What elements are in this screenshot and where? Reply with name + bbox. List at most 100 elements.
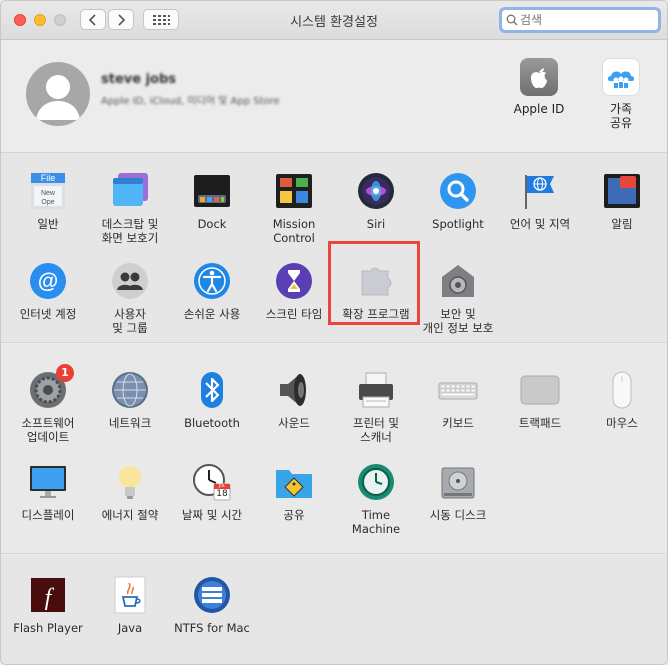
search-input[interactable] <box>518 12 652 28</box>
pane-time-machine[interactable]: Time Machine <box>335 462 417 536</box>
apple-id-pane[interactable]: Apple ID <box>504 58 574 116</box>
pane-label: 트랙패드 <box>518 416 562 430</box>
title-bar: 시스템 환경설정 <box>1 1 667 40</box>
pane-label: 알림 <box>611 217 633 231</box>
time-machine-icon <box>356 462 396 502</box>
pane-label: 소프트웨어 업데이트 <box>21 416 75 444</box>
pane-software-update[interactable]: 1 소프트웨어 업데이트 <box>7 364 89 444</box>
zoom-button[interactable] <box>54 14 66 26</box>
pane-label: 사용자 및 그룹 <box>112 307 148 335</box>
family-sharing-icon <box>602 58 640 96</box>
pane-flash-player[interactable]: f Flash Player <box>7 575 89 635</box>
pane-label: 프린터 및 스캐너 <box>353 416 399 444</box>
pane-desktop-screensaver[interactable]: 데스크탑 및 화면 보호기 <box>89 171 171 245</box>
pane-label: 데스크탑 및 화면 보호기 <box>101 217 159 245</box>
pane-java[interactable]: Java <box>89 575 171 635</box>
internet-accounts-icon: @ <box>28 261 68 301</box>
pane-label: 확장 프로그램 <box>342 307 410 321</box>
pane-trackpad[interactable]: 트랙패드 <box>499 370 581 430</box>
search-icon <box>506 14 518 26</box>
pane-label: Mission Control <box>272 217 316 245</box>
update-count-badge: 1 <box>56 364 74 382</box>
desktop-screensaver-icon <box>110 171 150 211</box>
spotlight-icon <box>438 171 478 211</box>
svg-text:Ope: Ope <box>41 199 54 206</box>
pane-users-groups[interactable]: 사용자 및 그룹 <box>89 261 171 335</box>
pane-notifications[interactable]: 알림 <box>581 171 663 231</box>
startup-disk-icon <box>438 462 478 502</box>
system-preferences-window: 시스템 환경설정 steve jobs Apple ID, iCloud, 미디… <box>0 0 668 665</box>
pane-energy-saver[interactable]: 에너지 절약 <box>89 462 171 522</box>
display-icon <box>28 462 68 502</box>
pane-siri[interactable]: Siri <box>335 171 417 231</box>
svg-text:File: File <box>41 173 56 183</box>
pane-security-privacy[interactable]: 보안 및 개인 정보 보호 <box>417 261 499 335</box>
pane-ntfs-for-mac[interactable]: NTFS for Mac <box>171 575 253 635</box>
pane-label: 시동 디스크 <box>429 508 487 522</box>
software-update-icon: 1 <box>28 364 74 410</box>
pane-displays[interactable]: 디스플레이 <box>7 462 89 522</box>
search-field[interactable] <box>499 7 661 33</box>
pane-extensions[interactable]: 확장 프로그램 <box>335 261 417 321</box>
chevron-left-icon <box>88 13 96 26</box>
pane-printers-scanners[interactable]: 프린터 및 스캐너 <box>335 370 417 444</box>
user-avatar[interactable] <box>26 62 90 126</box>
pane-label: 일반 <box>37 217 59 231</box>
pane-mouse[interactable]: 마우스 <box>581 370 663 430</box>
security-privacy-icon <box>438 261 478 301</box>
pane-label: 언어 및 지역 <box>509 217 571 231</box>
ntfs-for-mac-icon <box>192 575 232 615</box>
bluetooth-icon <box>192 370 232 410</box>
personal-preferences-section: File New Ope 일반 데스크탑 및 화면 보호기 Dock Mission… <box>1 153 667 343</box>
pane-internet-accounts[interactable]: @ 인터넷 계정 <box>7 261 89 321</box>
forward-button[interactable] <box>108 9 134 30</box>
pane-screen-time[interactable]: 스크린 타임 <box>253 261 335 321</box>
grid-icon <box>153 14 170 25</box>
general-icon: File New Ope <box>28 171 68 211</box>
pane-bluetooth[interactable]: Bluetooth <box>171 370 253 430</box>
user-silhouette-icon <box>36 75 80 120</box>
java-icon <box>110 575 150 615</box>
trackpad-icon <box>520 370 560 410</box>
pane-dock[interactable]: Dock <box>171 171 253 231</box>
close-button[interactable] <box>14 14 26 26</box>
pane-startup-disk[interactable]: 시동 디스크 <box>417 462 499 522</box>
show-all-button[interactable] <box>143 9 179 30</box>
pane-mission-control[interactable]: Mission Control <box>253 171 335 245</box>
pane-label: 손쉬운 사용 <box>183 307 241 321</box>
other-preferences-section: f Flash Player Java NTFS for Mac <box>1 555 667 664</box>
family-sharing-label: 가족 공유 <box>609 102 633 130</box>
pane-spotlight[interactable]: Spotlight <box>417 171 499 231</box>
dock-icon <box>192 171 232 211</box>
screen-time-icon <box>274 261 314 301</box>
flash-player-icon: f <box>28 575 68 615</box>
pane-keyboard[interactable]: 키보드 <box>417 370 499 430</box>
pane-network[interactable]: 네트워크 <box>89 370 171 430</box>
pane-sharing[interactable]: 공유 <box>253 462 335 522</box>
pane-label: Spotlight <box>432 217 484 231</box>
notifications-icon <box>602 171 642 211</box>
network-icon <box>110 370 150 410</box>
pane-general[interactable]: File New Ope 일반 <box>7 171 89 231</box>
pane-label: 공유 <box>283 508 305 522</box>
pane-sound[interactable]: 사운드 <box>253 370 335 430</box>
pane-label: 스크린 타임 <box>265 307 323 321</box>
pane-label: Flash Player <box>13 621 83 635</box>
pane-label: 사운드 <box>278 416 310 430</box>
svg-text:New: New <box>41 190 56 197</box>
pane-date-time[interactable]: JUL 18 날짜 및 시간 <box>171 462 253 522</box>
pane-label: Bluetooth <box>184 416 240 430</box>
date-time-icon: JUL 18 <box>192 462 232 502</box>
pane-label: 보안 및 개인 정보 보호 <box>422 307 494 335</box>
minimize-button[interactable] <box>34 14 46 26</box>
pane-language-region[interactable]: 언어 및 지역 <box>499 171 581 231</box>
pane-accessibility[interactable]: 손쉬운 사용 <box>171 261 253 321</box>
keyboard-icon <box>438 370 478 410</box>
back-button[interactable] <box>80 9 106 30</box>
mission-control-icon <box>274 171 314 211</box>
extensions-icon <box>356 261 396 301</box>
pane-label: Siri <box>366 217 386 231</box>
apple-id-label: Apple ID <box>513 102 565 116</box>
family-sharing-pane[interactable]: 가족 공유 <box>586 58 656 130</box>
apple-icon <box>520 58 558 96</box>
